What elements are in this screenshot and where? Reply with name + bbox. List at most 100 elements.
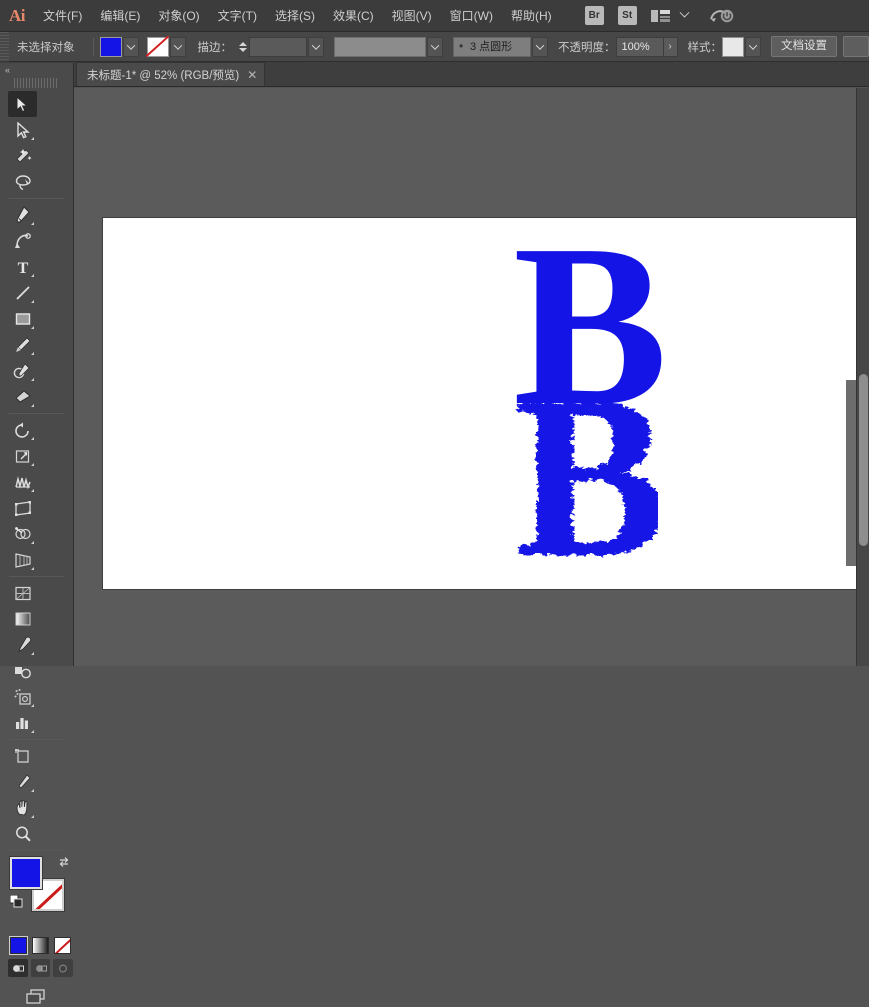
divider (9, 739, 64, 740)
color-mode-button[interactable] (10, 937, 27, 954)
document-tab[interactable]: 未标题-1* @ 52% (RGB/预览) ✕ (76, 62, 265, 86)
paintbrush-tool[interactable] (8, 332, 37, 358)
gradient-tool[interactable] (8, 606, 37, 632)
preferences-button[interactable] (843, 36, 869, 57)
document-tab-title: 未标题-1* @ 52% (RGB/预览) (87, 67, 239, 83)
eyedropper-tool[interactable] (8, 632, 37, 658)
artboard[interactable]: B B (102, 217, 869, 590)
color-mode-buttons (0, 935, 73, 954)
draw-behind-button[interactable] (31, 959, 51, 977)
canvas-area[interactable]: B B (74, 88, 869, 666)
letter-B-roughened[interactable]: B (508, 390, 658, 580)
divider (9, 850, 64, 851)
toolbar-fill-swatch[interactable] (10, 857, 42, 889)
vertical-scrollbar[interactable] (856, 88, 869, 666)
app-logo-icon: Ai (0, 0, 34, 32)
divider (9, 413, 64, 414)
style-label: 样式： (688, 39, 723, 55)
width-tool[interactable] (8, 469, 37, 495)
stroke-color-swatch[interactable] (147, 37, 169, 57)
type-tool[interactable]: T (8, 254, 37, 280)
zoom-tool[interactable] (8, 821, 37, 847)
fill-color-swatch[interactable] (100, 37, 122, 57)
draw-normal-button[interactable] (8, 959, 28, 977)
free-transform-tool[interactable] (8, 495, 37, 521)
menu-type[interactable]: 文字(T) (209, 0, 266, 32)
tools-group-selection (0, 91, 73, 195)
selection-tool[interactable] (8, 91, 37, 117)
workspace-switcher-icon[interactable] (651, 8, 673, 24)
menu-file[interactable]: 文件(F) (34, 0, 91, 32)
pen-tool[interactable] (8, 202, 37, 228)
rectangle-tool[interactable] (8, 306, 37, 332)
gradient-mode-button[interactable] (32, 937, 49, 954)
close-icon[interactable]: ✕ (247, 69, 257, 81)
fill-stroke-controls (10, 857, 73, 935)
brush-chevron-down-icon[interactable] (532, 37, 548, 57)
drawing-mode-buttons (0, 954, 73, 977)
perspective-grid-tool[interactable] (8, 547, 37, 573)
collapse-panel-icon[interactable]: « (0, 63, 73, 77)
bridge-badge-icon[interactable]: Br (585, 6, 604, 25)
lasso-tool[interactable] (8, 169, 37, 195)
curvature-tool[interactable] (8, 228, 37, 254)
document-setup-button[interactable]: 文档设置 (771, 36, 837, 57)
shaper-tool[interactable] (8, 358, 37, 384)
svg-text:B: B (512, 390, 658, 580)
menu-object[interactable]: 对象(O) (149, 0, 208, 32)
stroke-chevron-down-icon[interactable] (170, 37, 186, 57)
symbol-sprayer-tool[interactable] (8, 684, 37, 710)
eraser-tool[interactable] (8, 384, 37, 410)
document-tab-bar: 未标题-1* @ 52% (RGB/预览) ✕ (0, 62, 869, 87)
column-graph-tool[interactable] (8, 710, 37, 736)
cc-sync-power-icon[interactable] (709, 6, 735, 26)
shape-builder-tool[interactable] (8, 521, 37, 547)
stroke-weight-stepper[interactable] (236, 37, 249, 57)
divider (93, 38, 94, 56)
menu-window[interactable]: 窗口(W) (441, 0, 502, 32)
tools-group-color (0, 580, 73, 736)
opacity-input[interactable]: 100% (616, 37, 664, 57)
chevron-down-icon[interactable] (679, 10, 691, 22)
divider (9, 198, 64, 199)
default-fill-stroke-icon[interactable] (10, 895, 23, 908)
mesh-tool[interactable] (8, 580, 37, 606)
brush-definition-select[interactable]: 3 点圆形 (453, 37, 531, 57)
control-bar: 未选择对象 描边： 3 点圆形 不透明度： 100% › 样式： 文档设置 (0, 32, 869, 62)
selection-status-label: 未选择对象 (17, 39, 75, 55)
vertical-scrollbar-thumb[interactable] (859, 374, 868, 546)
hand-tool[interactable] (8, 795, 37, 821)
scale-tool[interactable] (8, 443, 37, 469)
stroke-weight-chevron-down-icon[interactable] (308, 37, 324, 57)
blend-tool[interactable] (8, 658, 37, 684)
style-chevron-down-icon[interactable] (745, 37, 761, 57)
control-bar-grip[interactable] (0, 32, 9, 62)
stroke-weight-input[interactable] (249, 37, 307, 57)
menu-select[interactable]: 选择(S) (266, 0, 324, 32)
variable-width-chevron-down-icon[interactable] (427, 37, 443, 57)
artboard-tool[interactable] (8, 743, 37, 769)
rotate-tool[interactable] (8, 417, 37, 443)
stroke-weight-label: 描边： (198, 39, 233, 55)
menu-view[interactable]: 视图(V) (383, 0, 441, 32)
variable-width-profile-select[interactable] (334, 37, 426, 57)
slice-tool[interactable] (8, 769, 37, 795)
draw-inside-button[interactable] (53, 959, 73, 977)
fill-chevron-down-icon[interactable] (123, 37, 139, 57)
tools-group-transform (0, 417, 73, 573)
tools-panel-grip[interactable] (14, 78, 59, 88)
magic-wand-tool[interactable] (8, 143, 37, 169)
menu-effect[interactable]: 效果(C) (324, 0, 383, 32)
change-screen-mode-icon[interactable] (0, 977, 73, 1007)
opacity-chevron-right-icon[interactable]: › (664, 37, 678, 57)
menu-edit[interactable]: 编辑(E) (91, 0, 149, 32)
menu-help[interactable]: 帮助(H) (502, 0, 561, 32)
direct-selection-tool[interactable] (8, 117, 37, 143)
menu-bar: Ai 文件(F) 编辑(E) 对象(O) 文字(T) 选择(S) 效果(C) 视… (0, 0, 869, 32)
none-mode-button[interactable] (54, 937, 71, 954)
graphic-style-swatch[interactable] (722, 37, 744, 57)
swap-fill-stroke-icon[interactable] (57, 855, 71, 869)
menubar-right-cluster: Br St (579, 6, 735, 26)
stock-badge-icon[interactable]: St (618, 6, 637, 25)
line-segment-tool[interactable] (8, 280, 37, 306)
